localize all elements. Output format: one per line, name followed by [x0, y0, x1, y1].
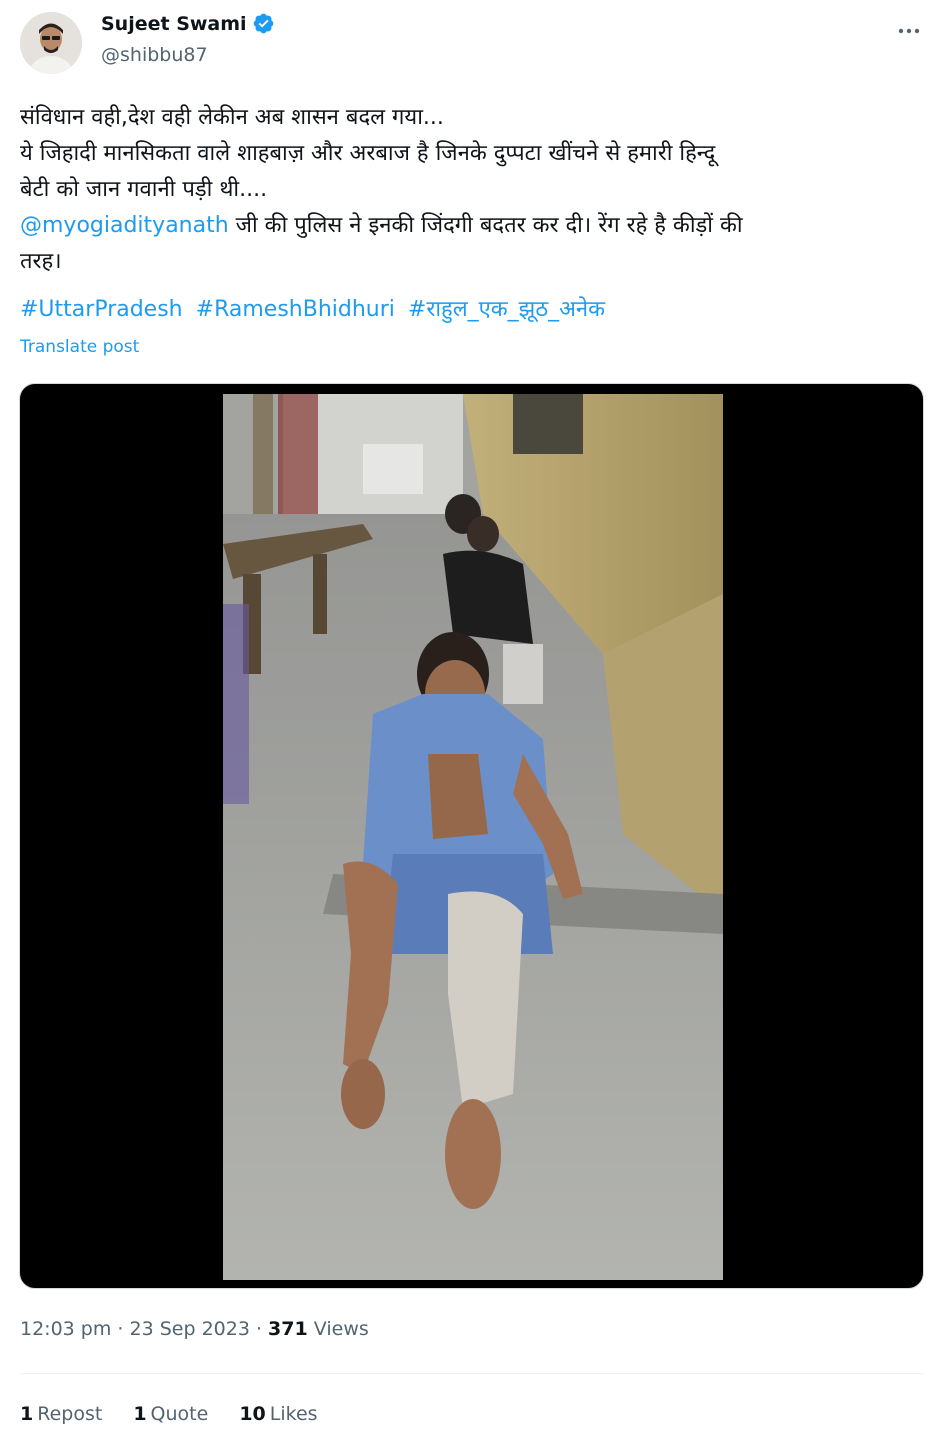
hashtag-link[interactable]: #UttarPradesh — [20, 297, 183, 322]
tweet-date[interactable]: 23 Sep 2023 — [130, 1318, 250, 1340]
tweet-line: तरह। — [20, 249, 62, 274]
mention-link[interactable]: @myogiadityanath — [20, 213, 229, 238]
user-handle[interactable]: @shibbu87 — [101, 44, 208, 66]
tweet-line: ये जिहादी मानसिकता वाले शाहबाज़ और अरबाज… — [20, 141, 716, 166]
quotes-stat[interactable]: 1 Quote — [133, 1403, 208, 1425]
engagement-stats: 1 Repost 1 Quote 10 Likes — [20, 1403, 318, 1425]
hashtag-link[interactable]: #RameshBhidhuri — [196, 297, 395, 322]
reposts-stat[interactable]: 1 Repost — [20, 1403, 102, 1425]
video-thumbnail — [223, 394, 723, 1280]
tweet-text: संविधान वही,देश वही लेकीन अब शासन बदल गय… — [20, 100, 920, 280]
tweet-line-text: जी की पुलिस ने इनकी जिंदगी बदतर कर दी। र… — [228, 213, 743, 238]
tweet-meta: 12:03 pm · 23 Sep 2023 · 371 Views — [20, 1318, 369, 1340]
tweet-line: संविधान वही,देश वही लेकीन अब शासन बदल गय… — [20, 105, 444, 130]
views-label: Views — [313, 1318, 369, 1340]
views-count: 371 — [268, 1318, 308, 1340]
quotes-count: 1 — [133, 1403, 147, 1425]
display-name[interactable]: Sujeet Swami — [101, 13, 247, 35]
reposts-count: 1 — [20, 1403, 34, 1425]
divider — [20, 1373, 924, 1374]
tweet-time[interactable]: 12:03 pm — [20, 1318, 111, 1340]
more-options-icon[interactable] — [896, 18, 922, 44]
tweet-line: @myogiadityanath जी की पुलिस ने इनकी जिं… — [20, 208, 920, 244]
quotes-label: Quote — [150, 1403, 209, 1425]
video-player[interactable] — [19, 383, 924, 1289]
meta-separator: · — [111, 1318, 130, 1340]
hashtags: #UttarPradesh #RameshBhidhuri #राहुल_एक_… — [20, 292, 611, 328]
likes-count: 10 — [239, 1403, 266, 1425]
avatar[interactable] — [20, 12, 82, 74]
video-frame — [223, 394, 723, 1280]
hashtag-link[interactable]: #राहुल_एक_झूठ_अनेक — [408, 297, 605, 322]
tweet-header: Sujeet Swami @shibbu87 — [20, 10, 924, 74]
translate-post-link[interactable]: Translate post — [20, 337, 139, 357]
likes-stat[interactable]: 10 Likes — [239, 1403, 317, 1425]
name-row: Sujeet Swami — [101, 12, 275, 35]
likes-label: Likes — [269, 1403, 318, 1425]
reposts-label: Repost — [37, 1403, 103, 1425]
meta-separator: · — [249, 1318, 269, 1340]
verified-badge-icon — [252, 12, 275, 35]
tweet-line: बेटी को जान गवानी पड़ी थी.... — [20, 177, 268, 202]
